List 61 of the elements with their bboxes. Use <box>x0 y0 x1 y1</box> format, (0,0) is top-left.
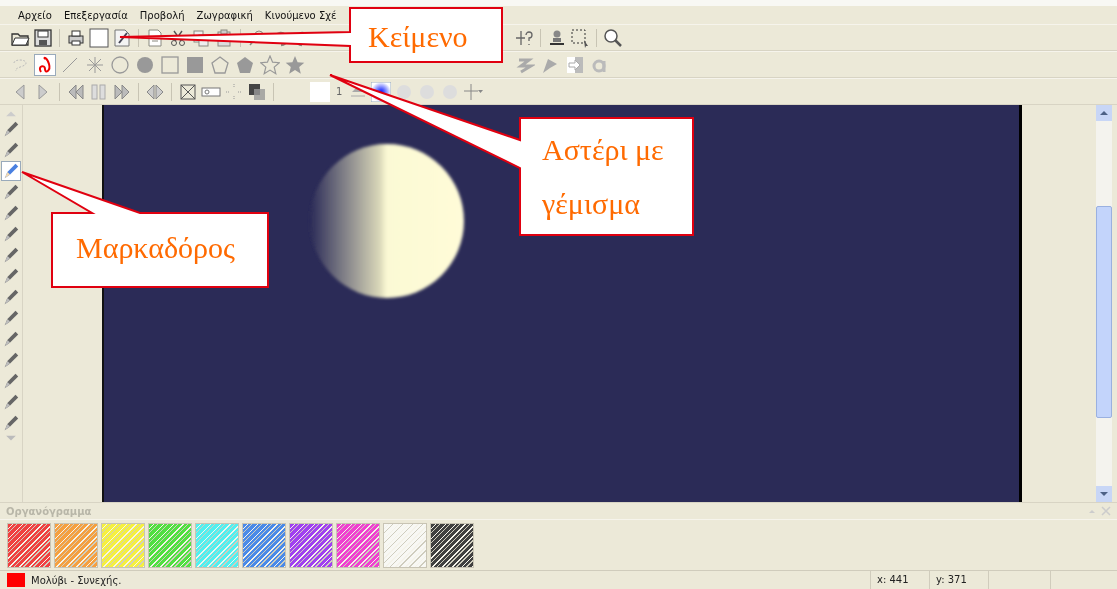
menu-item[interactable]: Επεξεργασία <box>63 9 128 21</box>
curve-icon[interactable] <box>35 54 55 75</box>
color-swatch[interactable] <box>7 523 51 568</box>
scroll-up-icon[interactable] <box>1096 105 1112 121</box>
color-swatch[interactable] <box>289 523 333 568</box>
scroll-thumb[interactable] <box>1096 206 1112 418</box>
callout-text: Μαρκαδόρος <box>76 231 235 264</box>
overlap-icon[interactable] <box>247 81 267 102</box>
exit-icon[interactable] <box>565 54 585 75</box>
menu-item[interactable]: Προβολή <box>139 9 185 21</box>
brush-icon[interactable] <box>2 120 20 138</box>
status-text: Μολύβι - Συνεχής. <box>31 574 123 586</box>
circle-icon[interactable] <box>110 54 130 75</box>
brush-icon[interactable] <box>2 309 20 327</box>
callout-text: Αστέρι με γέμισμα <box>542 133 664 220</box>
square-icon[interactable] <box>160 54 180 75</box>
selection-icon[interactable] <box>570 27 590 48</box>
pentagon-icon[interactable] <box>210 54 230 75</box>
menu-item[interactable]: Κινούμενο Σχέ <box>264 9 337 21</box>
brush-icon[interactable] <box>2 393 20 411</box>
brush-icon[interactable] <box>2 372 20 390</box>
color-swatch[interactable] <box>195 523 239 568</box>
color-swatch[interactable] <box>101 523 145 568</box>
filled-circle-icon[interactable] <box>135 54 155 75</box>
color-swatch[interactable] <box>430 523 474 568</box>
vertical-scrollbar[interactable] <box>1096 105 1112 502</box>
filled-square-icon[interactable] <box>185 54 205 75</box>
brush-icon[interactable] <box>2 351 20 369</box>
callout-text: Κείμενο <box>368 20 468 53</box>
brush-icon[interactable] <box>2 414 20 432</box>
brush-icon[interactable] <box>2 204 20 222</box>
menu-item[interactable]: Ζωγραφική <box>196 9 253 21</box>
y-coordinate: y: 371 <box>929 571 988 589</box>
text-tool-icon[interactable] <box>112 27 132 48</box>
brush-icon[interactable] <box>2 225 20 243</box>
search-icon[interactable] <box>603 27 623 48</box>
brush-icon[interactable] <box>2 162 20 180</box>
scroll-down-icon[interactable] <box>1096 486 1112 502</box>
menu-item[interactable]: Αρχείο <box>18 9 52 21</box>
save-icon[interactable] <box>33 27 53 48</box>
brush-icon[interactable] <box>2 267 20 285</box>
brush-size-field[interactable] <box>310 81 330 102</box>
brush-icon[interactable] <box>2 141 20 159</box>
crosshair-icon[interactable] <box>463 81 484 102</box>
color-swatch[interactable] <box>336 523 380 568</box>
x-coordinate: x: 441 <box>870 571 929 589</box>
star-icon[interactable] <box>260 54 280 75</box>
filled-pentagon-icon[interactable] <box>235 54 255 75</box>
brush-icon[interactable] <box>2 288 20 306</box>
color-swatch[interactable] <box>54 523 98 568</box>
brush-icon[interactable] <box>2 330 20 348</box>
brush-size-value: 1 <box>335 86 344 97</box>
color-swatch[interactable] <box>383 523 427 568</box>
burst-icon[interactable] <box>85 54 105 75</box>
frame-icon[interactable] <box>178 81 198 102</box>
color-swatch[interactable] <box>148 523 192 568</box>
filled-star-icon[interactable] <box>285 54 305 75</box>
brush-icon[interactable] <box>2 183 20 201</box>
brush-icon[interactable] <box>2 246 20 264</box>
printer-icon[interactable] <box>66 27 86 48</box>
color-swatch[interactable] <box>242 523 286 568</box>
